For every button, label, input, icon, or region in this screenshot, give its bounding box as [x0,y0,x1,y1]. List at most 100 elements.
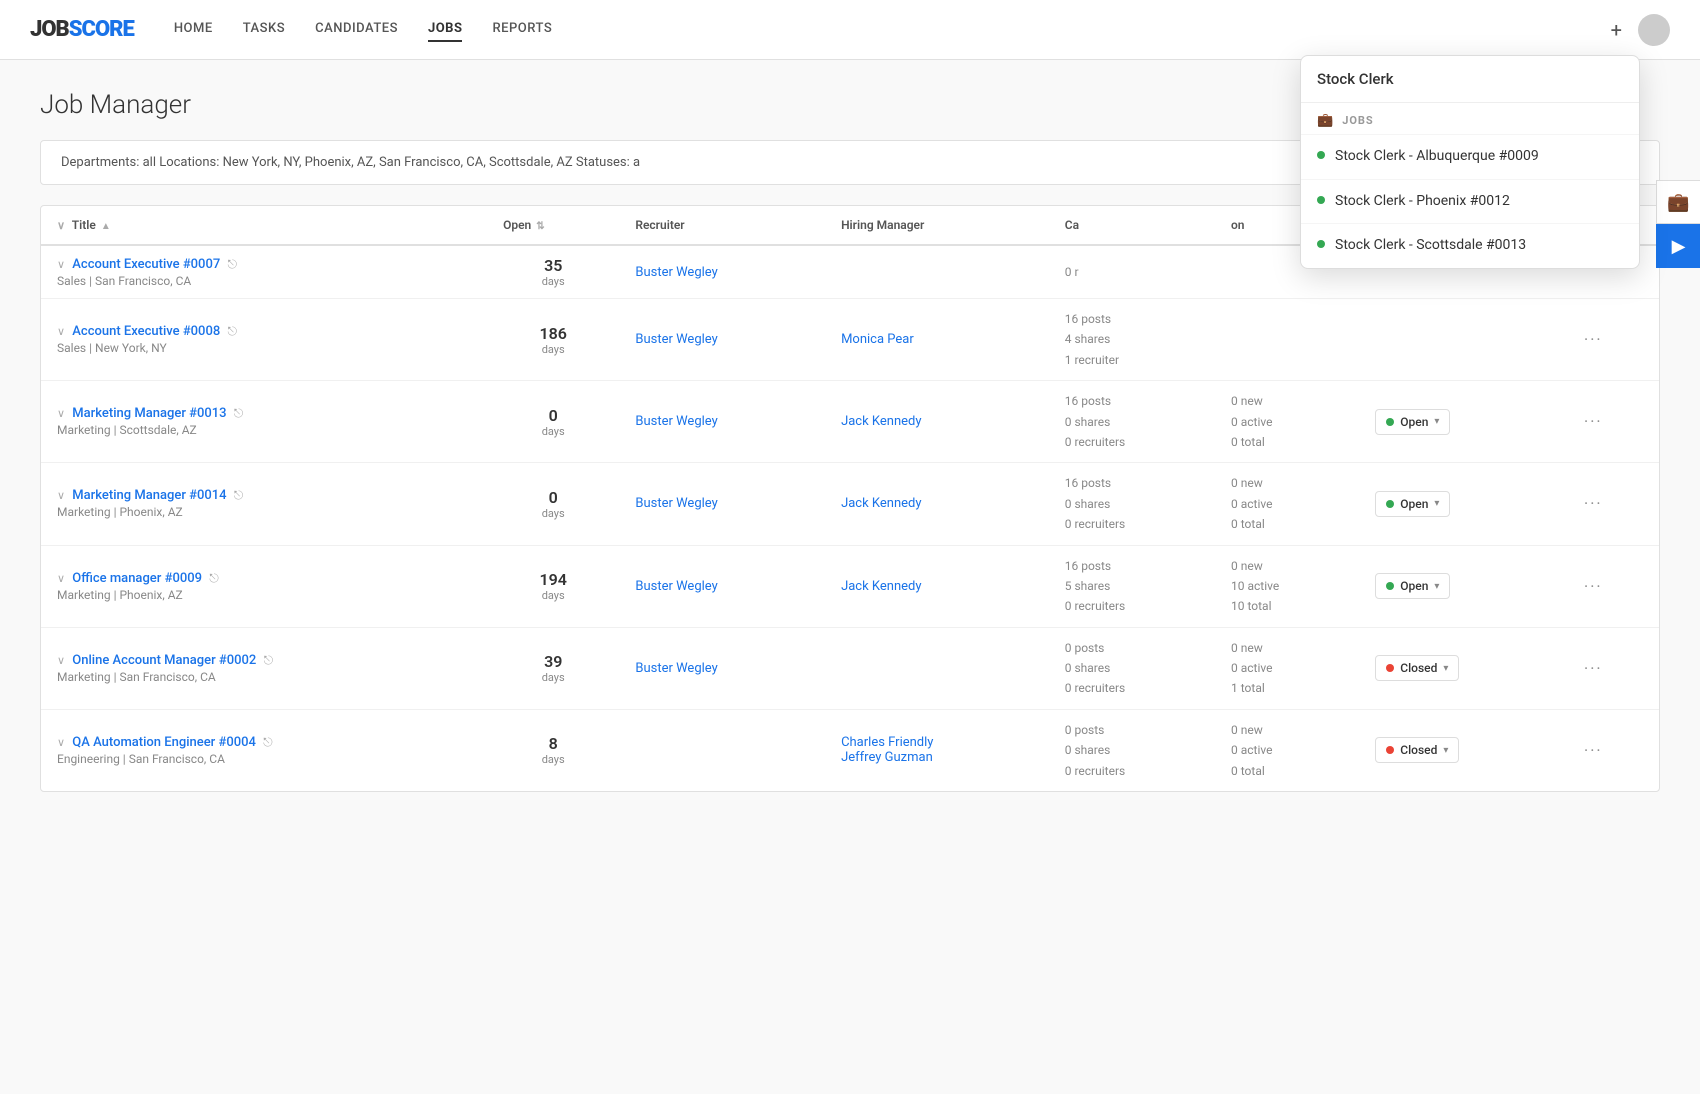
stats-cell-counts: 0 new10 active10 total [1215,545,1359,627]
recruiter-link[interactable]: Buster Wegley [635,496,717,511]
briefcase-icon: 💼 [1317,113,1334,128]
recruiter-link[interactable]: Buster Wegley [635,414,717,429]
days-label: days [503,275,603,288]
status-label: Open [1400,579,1428,593]
section-label-text: JOBS [1342,114,1374,127]
row-expand-icon[interactable]: ∨ [57,407,65,420]
open-days-cell: 35 days [487,245,619,299]
avatar[interactable] [1638,14,1670,46]
more-cell: ··· [1568,709,1659,791]
table-row: ∨ QA Automation Engineer #0004 ⎋ Enginee… [41,709,1659,791]
row-expand-icon[interactable]: ∨ [57,654,65,667]
stats-cell-posts: 16 posts0 shares0 recruiters [1049,463,1215,545]
row-expand-icon[interactable]: ∨ [57,489,65,502]
row-expand-icon[interactable]: ∨ [57,736,65,749]
job-title-link[interactable]: Office manager #0009 [72,571,202,586]
more-button[interactable]: ··· [1584,494,1603,513]
hiring-manager-cell: Jack Kennedy [825,463,1049,545]
search-dropdown: Stock Clerk 💼 JOBS Stock Clerk - Albuque… [1300,55,1640,269]
dropdown-item-1[interactable]: Stock Clerk - Albuquerque #0009 [1301,134,1639,179]
more-button[interactable]: ··· [1584,577,1603,596]
recruiter-link[interactable]: Buster Wegley [635,579,717,594]
recruiter-cell: Buster Wegley [619,627,825,709]
sort-icon[interactable]: ▲ [101,221,111,232]
job-share-icon[interactable]: ⎋ [234,488,244,502]
job-title-link[interactable]: Account Executive #0007 [72,257,220,272]
nav-home[interactable]: HOME [174,17,213,42]
more-button[interactable]: ··· [1584,659,1603,678]
status-pill-closed[interactable]: Closed ▾ [1375,655,1459,681]
status-pill-open[interactable]: Open ▾ [1375,409,1450,435]
hiring-manager-cell [825,627,1049,709]
table-row: ∨ Marketing Manager #0013 ⎋ Marketing | … [41,381,1659,463]
side-blue-btn[interactable]: ▶ [1656,224,1700,268]
hiring-manager-link[interactable]: Jack Kennedy [841,414,921,429]
job-share-icon[interactable]: ⎋ [227,324,237,338]
hiring-manager-link[interactable]: Jack Kennedy [841,579,921,594]
status-pill-closed[interactable]: Closed ▾ [1375,737,1459,763]
add-button[interactable]: + [1611,18,1622,42]
stats-cell-counts: 0 new0 active0 total [1215,381,1359,463]
dropdown-section-label: 💼 JOBS [1301,103,1639,134]
status-dot-green [1386,500,1394,508]
chevron-down-icon: ▾ [1434,498,1439,509]
side-briefcase-btn[interactable]: 💼 [1656,180,1700,224]
job-title-link[interactable]: Online Account Manager #0002 [72,653,256,668]
dropdown-item-2[interactable]: Stock Clerk - Phoenix #0012 [1301,179,1639,224]
more-button[interactable]: ··· [1584,330,1603,349]
recruiter-link[interactable]: Buster Wegley [635,332,717,347]
job-share-icon[interactable]: ⎋ [264,653,274,667]
status-pill-open[interactable]: Open ▾ [1375,491,1450,517]
job-title-link[interactable]: Account Executive #0008 [72,324,220,339]
recruiter-link[interactable]: Buster Wegley [635,661,717,676]
job-share-icon[interactable]: ⎋ [263,735,273,749]
job-share-icon[interactable]: ⎋ [234,406,244,420]
open-sort-icon[interactable]: ⇅ [536,221,544,232]
recruiter-link[interactable]: Buster Wegley [635,265,717,280]
days-number: 186 [503,324,603,343]
stats-cell-posts: 0 r [1049,245,1215,299]
dropdown-item-3[interactable]: Stock Clerk - Scottsdale #0013 [1301,223,1639,268]
job-title-cell: ∨ Marketing Manager #0014 ⎋ Marketing | … [41,463,487,545]
status-dot-green [1317,196,1325,204]
status-cell: Closed ▾ [1359,627,1568,709]
job-share-icon[interactable]: ⎋ [227,257,237,271]
hiring-manager-link-2[interactable]: Jeffrey Guzman [841,750,933,765]
nav-tasks[interactable]: TASKS [243,17,285,42]
status-cell: Open ▾ [1359,463,1568,545]
job-title-link[interactable]: Marketing Manager #0013 [72,406,226,421]
status-dot-green [1386,582,1394,590]
hiring-manager-link[interactable]: Monica Pear [841,332,914,347]
status-label: Open [1400,497,1428,511]
recruiter-cell: Buster Wegley [619,299,825,381]
status-dot-red [1386,664,1394,672]
stats-cell-counts: 0 new0 active0 total [1215,463,1359,545]
more-button[interactable]: ··· [1584,741,1603,760]
table-row: ∨ Online Account Manager #0002 ⎋ Marketi… [41,627,1659,709]
job-share-icon[interactable]: ⎋ [209,571,219,585]
hiring-manager-link[interactable]: Jack Kennedy [841,496,921,511]
side-icons: 💼 ▶ [1656,180,1700,268]
status-pill-open[interactable]: Open ▾ [1375,573,1450,599]
job-subtitle: Engineering | San Francisco, CA [57,752,471,766]
search-input-display[interactable]: Stock Clerk [1301,56,1639,103]
table-body: ∨ Account Executive #0007 ⎋ Sales | San … [41,245,1659,791]
job-title-cell: ∨ Account Executive #0008 ⎋ Sales | New … [41,299,487,381]
job-title-link[interactable]: QA Automation Engineer #0004 [72,735,256,750]
job-title-cell: ∨ Office manager #0009 ⎋ Marketing | Pho… [41,545,487,627]
more-button[interactable]: ··· [1584,412,1603,431]
row-expand-icon[interactable]: ∨ [57,325,65,338]
nav-links: HOME TASKS CANDIDATES JOBS REPORTS [174,17,552,42]
col-open: Open ⇅ [487,206,619,245]
nav-jobs[interactable]: JOBS [428,17,463,42]
navbar: JOBSCORE HOME TASKS CANDIDATES JOBS REPO… [0,0,1700,60]
row-expand-icon[interactable]: ∨ [57,572,65,585]
job-title-cell: ∨ Account Executive #0007 ⎋ Sales | San … [41,245,487,299]
status-cell: Open ▾ [1359,545,1568,627]
nav-reports[interactable]: REPORTS [492,17,552,42]
days-label: days [503,671,603,684]
nav-candidates[interactable]: CANDIDATES [315,17,398,42]
row-expand-icon[interactable]: ∨ [57,258,65,271]
job-title-link[interactable]: Marketing Manager #0014 [72,488,226,503]
hiring-manager-link-1[interactable]: Charles Friendly [841,735,933,750]
